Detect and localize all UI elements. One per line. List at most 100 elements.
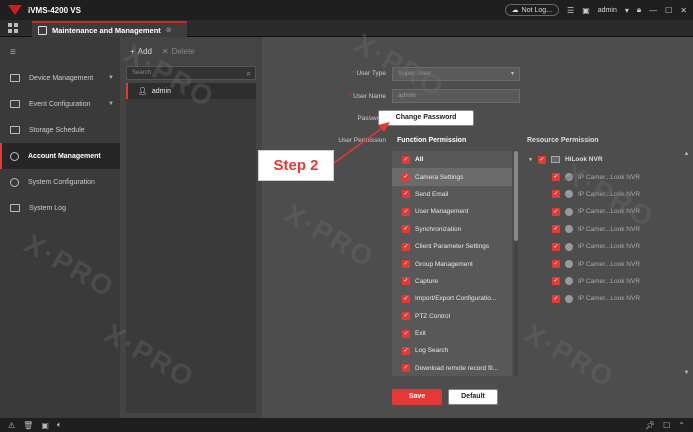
user-search-input[interactable]: Search ⌕ <box>126 66 256 80</box>
checkbox-checked-icon[interactable]: ✓ <box>552 277 560 286</box>
minimize-icon[interactable]: — <box>649 6 657 15</box>
sidebar-item-label: Event Configuration <box>29 100 91 108</box>
monitor-icon <box>38 25 47 35</box>
login-status-button[interactable]: ☁ Not Log... <box>504 4 560 16</box>
function-permission-item[interactable]: ✓ Exit <box>392 325 512 342</box>
resource-tree-item[interactable]: ✓ IP Camer...Look NVR <box>522 238 692 255</box>
user-permission-label: User Permission <box>338 137 386 144</box>
current-user-label[interactable]: admin <box>598 7 617 14</box>
user-name-field[interactable]: admin <box>392 89 520 103</box>
lock-icon[interactable]: 🔒︎ <box>637 5 641 15</box>
function-permission-item[interactable]: ✓ PTZ Control <box>392 308 512 325</box>
search-icon[interactable]: ⌕ <box>247 68 251 80</box>
hamburger-menu-icon[interactable]: ≡ <box>10 47 16 58</box>
function-permission-item[interactable]: ✓ Synchronization <box>392 221 512 238</box>
function-permission-label: All <box>415 156 424 164</box>
function-permission-item[interactable]: ✓ Capture <box>392 273 512 290</box>
tab-close-icon[interactable]: ⊗ <box>166 26 172 34</box>
resource-permission-scrollbar[interactable]: ▲ ▼ <box>683 151 690 376</box>
delete-user-button[interactable]: ✕ Delete <box>162 47 195 56</box>
resource-tree-root[interactable]: ▼ ✓ HiLook NVR <box>522 151 692 168</box>
maximize-icon[interactable]: ☐ <box>665 6 672 15</box>
sidebar-item-system-log[interactable]: System Log <box>0 195 120 221</box>
user-name-label: * User Name <box>348 93 386 100</box>
close-icon[interactable]: ✕ <box>680 6 687 15</box>
list-icon[interactable]: ☰ <box>567 6 574 15</box>
nvr-icon <box>550 156 560 164</box>
function-permission-item[interactable]: ✓ Import/Export Configuratio... <box>392 290 512 307</box>
resource-tree-item[interactable]: ✓ IP Camer...Look NVR <box>522 255 692 272</box>
default-button[interactable]: Default <box>448 389 498 405</box>
checkbox-checked-icon[interactable]: ✓ <box>552 225 560 234</box>
password-label: Password <box>357 115 386 122</box>
change-password-button[interactable]: Change Password <box>378 110 474 126</box>
scroll-up-icon[interactable]: ▲ <box>684 151 690 157</box>
function-permission-item[interactable]: ✓ Client Parameter Settings <box>392 238 512 255</box>
resource-tree-item[interactable]: ✓ IP Camer...Look NVR <box>522 290 692 307</box>
checkbox-checked-icon[interactable]: ✓ <box>402 207 410 216</box>
function-permission-item[interactable]: ✓ Send Email <box>392 186 512 203</box>
checkbox-checked-icon[interactable]: ✓ <box>552 190 560 199</box>
resource-tree-label: IP Camer...Look NVR <box>578 243 641 251</box>
sidebar-item-event-configuration[interactable]: Event Configuration ▼ <box>0 91 120 117</box>
checkbox-checked-icon[interactable]: ✓ <box>402 364 410 373</box>
sidebar-item-system-configuration[interactable]: System Configuration <box>0 169 120 195</box>
app-logo-icon <box>8 5 22 15</box>
checkbox-checked-icon[interactable]: ✓ <box>537 155 546 164</box>
checkbox-checked-icon[interactable]: ✓ <box>402 173 410 182</box>
tab-maintenance-management[interactable]: Maintenance and Management ⊗ <box>32 21 187 37</box>
add-user-button[interactable]: + Add <box>130 47 152 56</box>
checkbox-checked-icon[interactable]: ✓ <box>552 242 560 251</box>
alarm-icon[interactable]: ⚠ <box>8 421 15 430</box>
window-icon[interactable]: ☐ <box>663 421 670 430</box>
resource-tree-item[interactable]: ✓ IP Camer...Look NVR <box>522 273 692 290</box>
speaker-icon[interactable]: 🔈︎ <box>57 420 62 430</box>
checkbox-checked-icon[interactable]: ✓ <box>402 155 410 164</box>
function-permission-item[interactable]: ✓ All <box>392 151 512 168</box>
function-permission-label: User Management <box>415 208 469 216</box>
checkbox-checked-icon[interactable]: ✓ <box>552 173 560 182</box>
checkbox-checked-icon[interactable]: ✓ <box>552 260 560 269</box>
expand-icon[interactable]: ▼ <box>528 157 533 163</box>
resource-tree-label: HiLook NVR <box>564 156 603 164</box>
resource-tree-item[interactable]: ✓ IP Camer...Look NVR <box>522 221 692 238</box>
resource-tree-item[interactable]: ✓ IP Camer...Look NVR <box>522 168 692 185</box>
checkbox-checked-icon[interactable]: ✓ <box>402 242 410 251</box>
resource-tree-item[interactable]: ✓ IP Camer...Look NVR <box>522 203 692 220</box>
checkbox-checked-icon[interactable]: ✓ <box>402 312 410 321</box>
save-button[interactable]: Save <box>392 389 442 405</box>
function-permission-item[interactable]: ✓ Download remote record fil... <box>392 360 512 376</box>
checkbox-checked-icon[interactable]: ✓ <box>402 277 410 286</box>
sidebar-item-label: Device Management <box>29 74 94 82</box>
chevron-down-icon[interactable]: ▾ <box>625 6 629 15</box>
resource-tree-item[interactable]: ✓ IP Camer...Look NVR <box>522 186 692 203</box>
function-permission-item[interactable]: ✓ Group Management <box>392 255 512 272</box>
function-permission-scrollbar[interactable] <box>514 151 518 376</box>
checkbox-checked-icon[interactable]: ✓ <box>402 346 410 355</box>
pin-icon[interactable]: 📌︎ <box>645 421 655 430</box>
screen-icon[interactable]: ▣ <box>41 421 49 430</box>
checkbox-checked-icon[interactable]: ✓ <box>402 260 410 269</box>
checkbox-checked-icon[interactable]: ✓ <box>552 207 560 216</box>
collapse-up-icon[interactable]: ⌃ <box>678 421 685 430</box>
checkbox-checked-icon[interactable]: ✓ <box>402 225 410 234</box>
checkbox-checked-icon[interactable]: ✓ <box>402 190 410 199</box>
function-permission-item[interactable]: ✓ Camera Settings <box>392 168 512 186</box>
checkbox-checked-icon[interactable]: ✓ <box>402 329 410 338</box>
image-icon[interactable]: ▣ <box>582 6 590 15</box>
sidebar-item-device-management[interactable]: Device Management ▼ <box>0 65 120 91</box>
list-item[interactable]: 👤︎ admin <box>126 83 256 99</box>
camera-icon <box>565 207 573 216</box>
scroll-thumb[interactable] <box>514 151 518 241</box>
checkbox-checked-icon[interactable]: ✓ <box>552 294 560 303</box>
sidebar-item-account-management[interactable]: Account Management <box>0 143 120 169</box>
user-list-panel: + Add ✕ Delete Search ⌕ 👤︎ admin <box>120 37 262 418</box>
user-type-select[interactable]: Super User ▼ <box>392 67 520 81</box>
delete-icon[interactable]: 🗑︎ <box>23 421 33 430</box>
checkbox-checked-icon[interactable]: ✓ <box>402 294 410 303</box>
scroll-down-icon[interactable]: ▼ <box>684 370 690 376</box>
function-permission-item[interactable]: ✓ Log Search <box>392 342 512 359</box>
function-permission-item[interactable]: ✓ User Management <box>392 203 512 220</box>
sidebar-item-storage-schedule[interactable]: Storage Schedule <box>0 117 120 143</box>
apps-grid-icon[interactable] <box>8 23 18 33</box>
